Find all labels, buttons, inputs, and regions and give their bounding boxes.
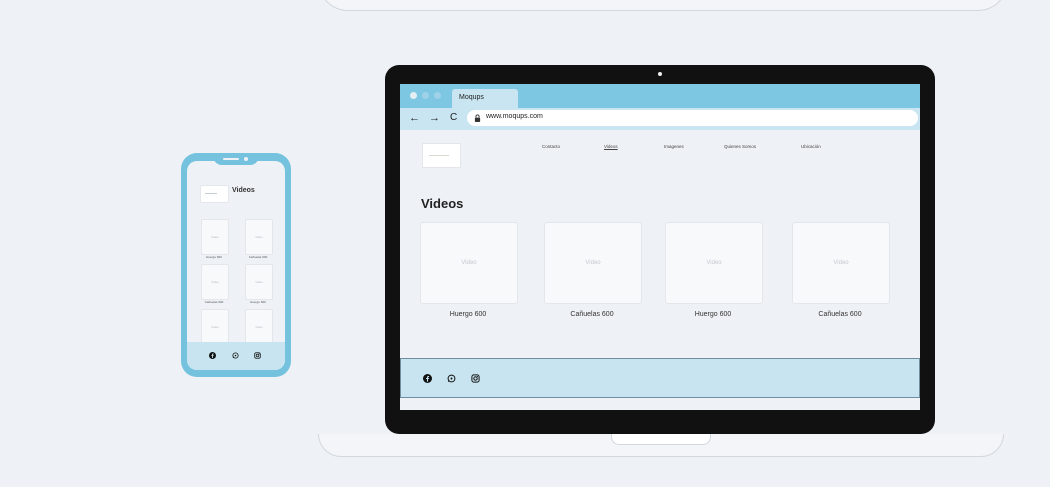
facebook-icon[interactable] <box>209 352 216 359</box>
laptop-screen: Moqups ← → C www.moqups.com Contacto Vid… <box>400 84 920 410</box>
site-logo[interactable] <box>422 143 461 168</box>
phone-video-card[interactable]: Video <box>245 219 273 255</box>
phone-video-caption: Huergo 600 <box>206 255 222 259</box>
forward-button[interactable]: → <box>429 111 440 125</box>
whatsapp-icon[interactable] <box>447 374 456 383</box>
video-card[interactable]: Video <box>792 222 890 304</box>
nav-link-quienes-somos[interactable]: Quienes Somos <box>724 144 756 149</box>
facebook-icon[interactable] <box>423 374 432 383</box>
phone-footer <box>187 342 285 370</box>
phone-video-card[interactable]: Video <box>245 309 273 345</box>
phone-logo[interactable] <box>200 185 229 203</box>
instagram-icon[interactable] <box>254 352 261 359</box>
browser-tab-bar: Moqups <box>400 84 920 108</box>
phone-video-card[interactable]: Video <box>201 219 229 255</box>
phone-video-card[interactable]: Video <box>201 264 229 300</box>
phone-camera <box>244 157 248 161</box>
nav-link-ubicacion[interactable]: Ubicación <box>801 144 821 149</box>
video-card[interactable]: Video <box>420 222 518 304</box>
nav-link-imagenes[interactable]: Imagenes <box>664 144 684 149</box>
video-caption: Cañuelas 600 <box>818 311 862 318</box>
back-button[interactable]: ← <box>409 111 420 125</box>
phone-video-caption: Cañuelas 600 <box>204 300 224 304</box>
window-close-dot[interactable] <box>410 92 417 99</box>
video-card[interactable]: Video <box>665 222 763 304</box>
phone-mockup: Videos Video Video Huergo 600 Cañuelas 6… <box>181 153 291 377</box>
video-card[interactable]: Video <box>544 222 642 304</box>
browser-toolbar: ← → C www.moqups.com <box>400 108 920 130</box>
laptop-base-notch <box>611 434 711 445</box>
page-title: Videos <box>421 196 464 211</box>
phone-video-caption: Huergo 600 <box>250 300 266 304</box>
video-caption: Huergo 600 <box>449 311 487 318</box>
site-footer <box>400 358 920 398</box>
reload-button[interactable]: C <box>450 111 457 125</box>
video-caption: Cañuelas 600 <box>570 311 614 318</box>
address-bar[interactable]: www.moqups.com <box>467 110 918 126</box>
nav-link-videos[interactable]: Videos <box>604 144 618 149</box>
laptop-camera <box>658 72 662 76</box>
phone-notch <box>213 153 259 165</box>
whatsapp-icon[interactable] <box>232 352 239 359</box>
address-bar-url: www.moqups.com <box>486 113 543 120</box>
phone-video-caption: Cañuelas 600 <box>248 255 268 259</box>
phone-speaker <box>223 158 239 160</box>
phone-screen: Videos Video Video Huergo 600 Cañuelas 6… <box>187 161 285 370</box>
nav-link-contacto[interactable]: Contacto <box>542 144 560 149</box>
instagram-icon[interactable] <box>471 374 480 383</box>
phone-video-card[interactable]: Video <box>201 309 229 345</box>
phone-video-card[interactable]: Video <box>245 264 273 300</box>
window-minimize-dot[interactable] <box>422 92 429 99</box>
lock-icon <box>474 114 481 122</box>
browser-tab-title: Moqups <box>459 94 484 101</box>
background-laptop-base <box>318 0 1008 11</box>
window-maximize-dot[interactable] <box>434 92 441 99</box>
browser-tab[interactable]: Moqups <box>452 89 518 108</box>
video-caption: Huergo 600 <box>694 311 732 318</box>
phone-page-title: Videos <box>232 187 255 194</box>
